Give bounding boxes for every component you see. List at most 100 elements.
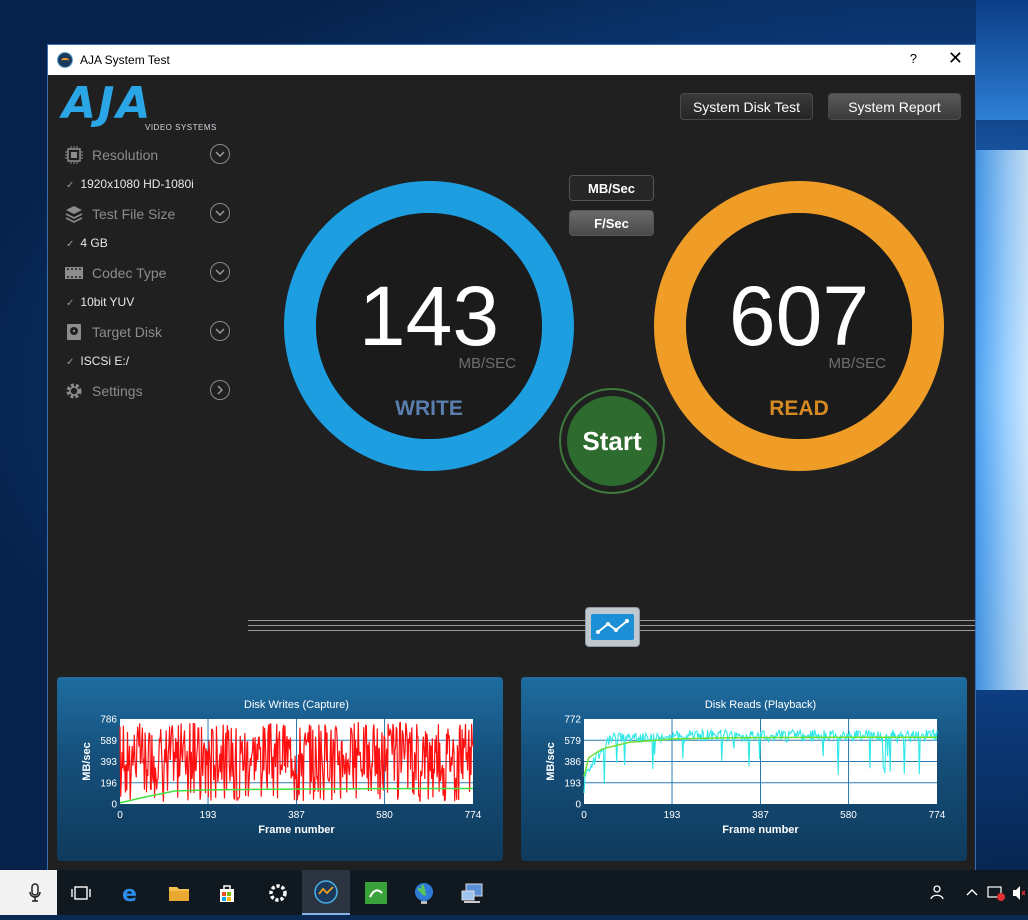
- chevron-right-icon[interactable]: [210, 380, 230, 400]
- toggle-graphs-button[interactable]: [585, 607, 640, 647]
- write-label: WRITE: [395, 397, 463, 420]
- edge-icon[interactable]: e: [107, 870, 155, 915]
- disk-writes-chart: Disk Writes (Capture) 0 196 393 589 786 0 193 38…: [81, 699, 482, 836]
- logo-subtitle: VIDEO SYSTEMS: [145, 123, 217, 132]
- write-gauge: 143 MB/SEC WRITE: [284, 181, 574, 471]
- x-tick-label: 193: [200, 810, 217, 821]
- chevron-down-icon[interactable]: [210, 203, 230, 223]
- sidebar-item-settings[interactable]: Settings: [64, 378, 234, 404]
- network-error-icon[interactable]: [987, 886, 1005, 901]
- window-title: AJA System Test: [80, 53, 170, 67]
- check-icon: ✓: [66, 239, 75, 250]
- sidebar-item-codec-type[interactable]: Codec Type: [64, 260, 234, 286]
- app-content: AJA VIDEO SYSTEMS System Disk Test Syste…: [48, 75, 975, 870]
- chart-title: Disk Writes (Capture): [244, 699, 349, 711]
- y-tick-label: 386: [564, 757, 581, 768]
- target-disk-value-text: ISCSi E:/: [80, 354, 130, 368]
- chart-title: Disk Reads (Playback): [705, 699, 816, 711]
- write-speed-value: 143: [358, 269, 500, 363]
- desktop-light-beam: [976, 150, 1028, 690]
- search-box[interactable]: [0, 870, 57, 915]
- x-tick-label: 0: [117, 810, 123, 821]
- mb-sec-button[interactable]: MB/Sec: [569, 175, 654, 201]
- network-icon[interactable]: [449, 870, 497, 915]
- disk-reads-chart: Disk Reads (Playback) 0 193 386 579 772 0 193 38…: [545, 699, 946, 836]
- settings-icon[interactable]: [254, 870, 302, 915]
- start-label: Start: [567, 396, 657, 486]
- system-report-button[interactable]: System Report: [828, 93, 961, 120]
- x-tick-label: 774: [465, 810, 482, 821]
- system-disk-test-button[interactable]: System Disk Test: [680, 93, 813, 120]
- disk-writes-panel: Disk Writes (Capture) 0 196 393 589 786 0 193 38…: [57, 677, 503, 861]
- check-icon: ✓: [66, 357, 75, 368]
- x-tick-label: 0: [581, 810, 587, 821]
- app-window: AJA System Test ? ✕ AJA VIDEO SYSTEMS Sy…: [47, 44, 976, 870]
- help-button[interactable]: ?: [910, 51, 917, 66]
- sidebar-item-target-disk[interactable]: Target Disk: [64, 319, 234, 345]
- task-view-icon[interactable]: [57, 870, 105, 915]
- gear-icon: [66, 383, 82, 399]
- file-explorer-icon[interactable]: [155, 870, 203, 915]
- line-graph-icon: [591, 614, 634, 640]
- resolution-value: ✓ 1920x1080 HD-1080i: [66, 177, 194, 191]
- stack-icon: [65, 206, 83, 223]
- y-axis-label: MB/sec: [81, 742, 93, 781]
- volume-muted-icon[interactable]: [1013, 886, 1025, 900]
- aja-logo: AJA VIDEO SYSTEMS: [62, 78, 217, 133]
- globe-icon[interactable]: [400, 870, 448, 915]
- read-speed-unit: MB/SEC: [828, 355, 886, 372]
- chevron-down-icon[interactable]: [210, 321, 230, 341]
- hard-disk-icon: [67, 324, 81, 340]
- aja-system-test-icon[interactable]: [302, 870, 350, 915]
- target-disk-value: ✓ ISCSi E:/: [66, 354, 129, 368]
- y-tick-label: 196: [100, 778, 117, 789]
- read-speed-value: 607: [728, 269, 870, 363]
- y-tick-label: 579: [564, 736, 581, 747]
- people-icon[interactable]: [930, 885, 944, 900]
- y-tick-label: 193: [564, 778, 581, 789]
- logo-text: AJA: [62, 78, 153, 129]
- x-tick-label: 387: [752, 810, 769, 821]
- chevron-down-icon[interactable]: [210, 144, 230, 164]
- y-tick-label: 589: [100, 736, 117, 747]
- chevron-up-icon[interactable]: [966, 889, 978, 896]
- start-button[interactable]: Start: [559, 388, 665, 494]
- svg-text:e: e: [122, 882, 137, 905]
- check-icon: ✓: [66, 298, 75, 309]
- test-file-size-value-text: 4 GB: [80, 236, 108, 250]
- chevron-down-icon[interactable]: [210, 262, 230, 282]
- aja-app-icon: [57, 52, 73, 68]
- sidebar-item-test-file-size[interactable]: Test File Size: [64, 201, 234, 227]
- app-green-icon[interactable]: [352, 870, 400, 915]
- x-tick-label: 193: [664, 810, 681, 821]
- check-icon: ✓: [66, 180, 75, 191]
- disk-reads-panel: Disk Reads (Playback) 0 193 386 579 772 0 193 38…: [521, 677, 967, 861]
- x-tick-label: 387: [288, 810, 305, 821]
- title-bar[interactable]: AJA System Test ? ✕: [48, 45, 975, 75]
- x-tick-label: 580: [840, 810, 857, 821]
- taskbar: e: [0, 870, 1028, 915]
- chip-icon: [65, 146, 83, 164]
- y-tick-label: 393: [100, 757, 117, 768]
- codec-type-value: ✓ 10bit YUV: [66, 295, 134, 309]
- resolution-value-text: 1920x1080 HD-1080i: [80, 177, 194, 191]
- microphone-icon[interactable]: [0, 870, 57, 915]
- x-tick-label: 774: [929, 810, 946, 821]
- write-speed-unit: MB/SEC: [458, 355, 516, 372]
- codec-type-value-text: 10bit YUV: [80, 295, 135, 309]
- test-file-size-value: ✓ 4 GB: [66, 236, 108, 250]
- y-tick-label: 772: [564, 715, 581, 726]
- read-gauge: 607 MB/SEC READ: [654, 181, 944, 471]
- film-strip-icon: [65, 267, 83, 279]
- sidebar-item-resolution[interactable]: Resolution: [64, 142, 234, 168]
- x-axis-label: Frame number: [722, 824, 799, 836]
- x-axis-label: Frame number: [258, 824, 335, 836]
- desktop-light-beam-top: [976, 0, 1028, 120]
- y-tick-label: 0: [111, 800, 117, 811]
- y-tick-label: 786: [100, 715, 117, 726]
- y-tick-label: 0: [575, 800, 581, 811]
- close-button[interactable]: ✕: [948, 48, 963, 69]
- store-icon[interactable]: [203, 870, 251, 915]
- f-sec-button[interactable]: F/Sec: [569, 210, 654, 236]
- x-tick-label: 580: [376, 810, 393, 821]
